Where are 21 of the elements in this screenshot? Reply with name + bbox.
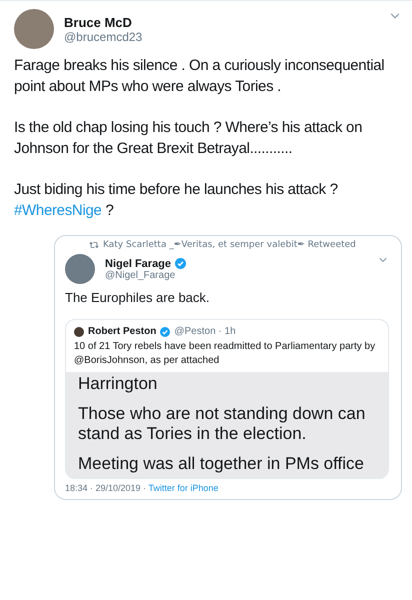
quoted-text: 10 of 21 Tory rebels have been readmitted to Parliamentary party by @BorisJohnson, as per attached [74, 340, 376, 368]
tweet-text: Is the old chap losing his touch ? Where’s his attack on Johnson for the Great Brexit Betrayal........... [14, 118, 364, 159]
tweet-text: The Europhiles are back. [65, 290, 211, 305]
avatar [74, 326, 84, 336]
user-handle: @Nigel_Farage [105, 270, 176, 280]
tweet-text: Just biding his time before he launches his attack ? #WheresNige ? [14, 180, 339, 221]
retweet-icon [89, 240, 99, 250]
user-handle: @Peston · 1h [174, 326, 236, 337]
user-name[interactable]: Nigel Farage [105, 258, 172, 270]
image-text: Meeting was all together in PMs office [78, 454, 365, 474]
avatar[interactable] [14, 9, 54, 49]
user-name[interactable]: Bruce McD [64, 14, 378, 30]
timestamp: 18:34 · 29/10/2019 · [65, 483, 148, 493]
tweet-text: Farage breaks his silence . On a curiously inconsequential point about MPs who were always Tories . [14, 56, 386, 97]
quoted-tweet[interactable] [65, 319, 389, 479]
retweet-label: Katy Scarletta _✒Veritas, et semper valebit✒ Retweeted [103, 240, 356, 250]
image-text: Harrington [78, 374, 158, 394]
avatar[interactable] [65, 254, 95, 284]
user-name: Robert Peston [88, 326, 156, 337]
image-text: Those who are not standing down can stand as Tories in the election. [78, 404, 366, 444]
user-handle: @brucemcd23 [64, 30, 144, 44]
